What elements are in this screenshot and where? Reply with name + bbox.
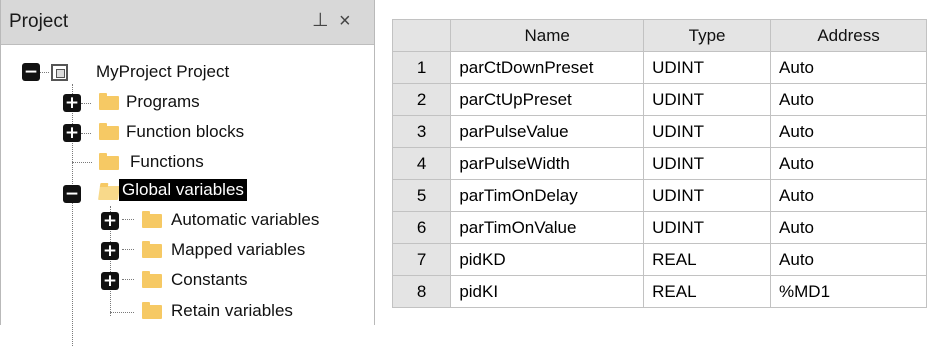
row-number[interactable]: 2 <box>391 83 452 116</box>
rownum-column-header[interactable] <box>391 19 452 52</box>
row-number[interactable]: 5 <box>391 179 452 212</box>
name-cell[interactable]: pidKD <box>450 243 645 276</box>
address-cell[interactable]: Auto <box>770 243 927 276</box>
collapse-global-variables-toggle[interactable]: − <box>63 185 81 203</box>
address-cell[interactable]: Auto <box>770 211 927 244</box>
collapse-root-toggle[interactable]: − <box>22 63 40 81</box>
address-cell[interactable]: Auto <box>770 83 927 116</box>
table-row[interactable]: 8 pidKI REAL %MD1 <box>391 275 927 308</box>
name-cell[interactable]: parTimOnValue <box>450 211 645 244</box>
row-number[interactable]: 6 <box>391 211 452 244</box>
folder-icon <box>99 123 119 140</box>
tree-connector <box>122 249 134 250</box>
close-icon[interactable]: × <box>339 9 351 33</box>
type-cell[interactable]: UDINT <box>643 83 772 116</box>
grid-header-row: Name Type Address <box>391 19 927 52</box>
expand-mapped-variables-toggle[interactable]: + <box>101 242 119 260</box>
tree-connector <box>39 72 49 73</box>
panel-title: Project <box>9 11 69 32</box>
tree-item-retain-variables[interactable]: Retain variables <box>168 300 296 322</box>
type-cell[interactable]: UDINT <box>643 147 772 180</box>
table-row[interactable]: 3 parPulseValue UDINT Auto <box>391 115 927 148</box>
table-row[interactable]: 4 parPulseWidth UDINT Auto <box>391 147 927 180</box>
tree-item-automatic-variables[interactable]: Automatic variables <box>168 209 322 231</box>
variables-grid: Name Type Address 1 parCtDownPreset UDIN… <box>391 19 927 308</box>
type-cell[interactable]: UDINT <box>643 51 772 84</box>
name-cell[interactable]: parPulseWidth <box>450 147 645 180</box>
type-cell[interactable]: REAL <box>643 275 772 308</box>
name-cell[interactable]: parCtUpPreset <box>450 83 645 116</box>
tree-connector <box>81 103 91 104</box>
tree-item-global-variables[interactable]: Global variables <box>119 179 247 201</box>
tree-item-functions[interactable]: Functions <box>127 151 207 173</box>
name-cell[interactable]: parTimOnDelay <box>450 179 645 212</box>
table-row[interactable]: 2 parCtUpPreset UDINT Auto <box>391 83 927 116</box>
address-cell[interactable]: Auto <box>770 147 927 180</box>
tree-item-function-blocks[interactable]: Function blocks <box>123 121 247 143</box>
tree-item-constants[interactable]: Constants <box>168 269 251 291</box>
name-cell[interactable]: pidKI <box>450 275 645 308</box>
expand-function-blocks-toggle[interactable]: + <box>63 124 81 142</box>
pin-icon[interactable]: ⊥ <box>312 9 329 33</box>
folder-open-icon <box>98 186 120 200</box>
row-number[interactable]: 1 <box>391 51 452 84</box>
type-column-header[interactable]: Type <box>643 19 772 52</box>
address-cell[interactable]: Auto <box>770 51 927 84</box>
panel-header: Project ⊥ × <box>1 0 374 45</box>
folder-icon <box>99 153 119 170</box>
tree-connector <box>122 219 134 220</box>
address-cell[interactable]: %MD1 <box>770 275 927 308</box>
tree-connector <box>110 312 134 313</box>
table-row[interactable]: 7 pidKD REAL Auto <box>391 243 927 276</box>
row-number[interactable]: 7 <box>391 243 452 276</box>
table-row[interactable]: 1 parCtDownPreset UDINT Auto <box>391 51 927 84</box>
address-cell[interactable]: Auto <box>770 179 927 212</box>
folder-icon <box>142 302 162 319</box>
name-cell[interactable]: parCtDownPreset <box>450 51 645 84</box>
type-cell[interactable]: UDINT <box>643 211 772 244</box>
tree-item-programs[interactable]: Programs <box>123 91 203 113</box>
folder-icon <box>142 241 162 258</box>
type-cell[interactable]: REAL <box>643 243 772 276</box>
expand-constants-toggle[interactable]: + <box>101 272 119 290</box>
project-panel: Project ⊥ × − MyProject Project + Progra… <box>0 0 375 346</box>
row-number[interactable]: 8 <box>391 275 452 308</box>
expand-programs-toggle[interactable]: + <box>63 94 81 112</box>
tree-item-mapped-variables[interactable]: Mapped variables <box>168 239 308 261</box>
tree-connector <box>81 133 91 134</box>
address-column-header[interactable]: Address <box>770 19 927 52</box>
folder-icon <box>99 93 119 110</box>
tree-connector <box>122 279 134 280</box>
name-column-header[interactable]: Name <box>450 19 645 52</box>
project-tree: − MyProject Project + Programs + Functio… <box>1 44 374 346</box>
name-cell[interactable]: parPulseValue <box>450 115 645 148</box>
folder-icon <box>142 211 162 228</box>
type-cell[interactable]: UDINT <box>643 115 772 148</box>
address-cell[interactable]: Auto <box>770 115 927 148</box>
expand-automatic-variables-toggle[interactable]: + <box>101 212 119 230</box>
type-cell[interactable]: UDINT <box>643 179 772 212</box>
row-number[interactable]: 4 <box>391 147 452 180</box>
tree-connector <box>72 162 92 163</box>
project-icon <box>51 64 68 81</box>
tree-item-myproject[interactable]: MyProject Project <box>93 61 232 83</box>
folder-icon <box>142 271 162 288</box>
row-number[interactable]: 3 <box>391 115 452 148</box>
table-row[interactable]: 6 parTimOnValue UDINT Auto <box>391 211 927 244</box>
table-row[interactable]: 5 parTimOnDelay UDINT Auto <box>391 179 927 212</box>
